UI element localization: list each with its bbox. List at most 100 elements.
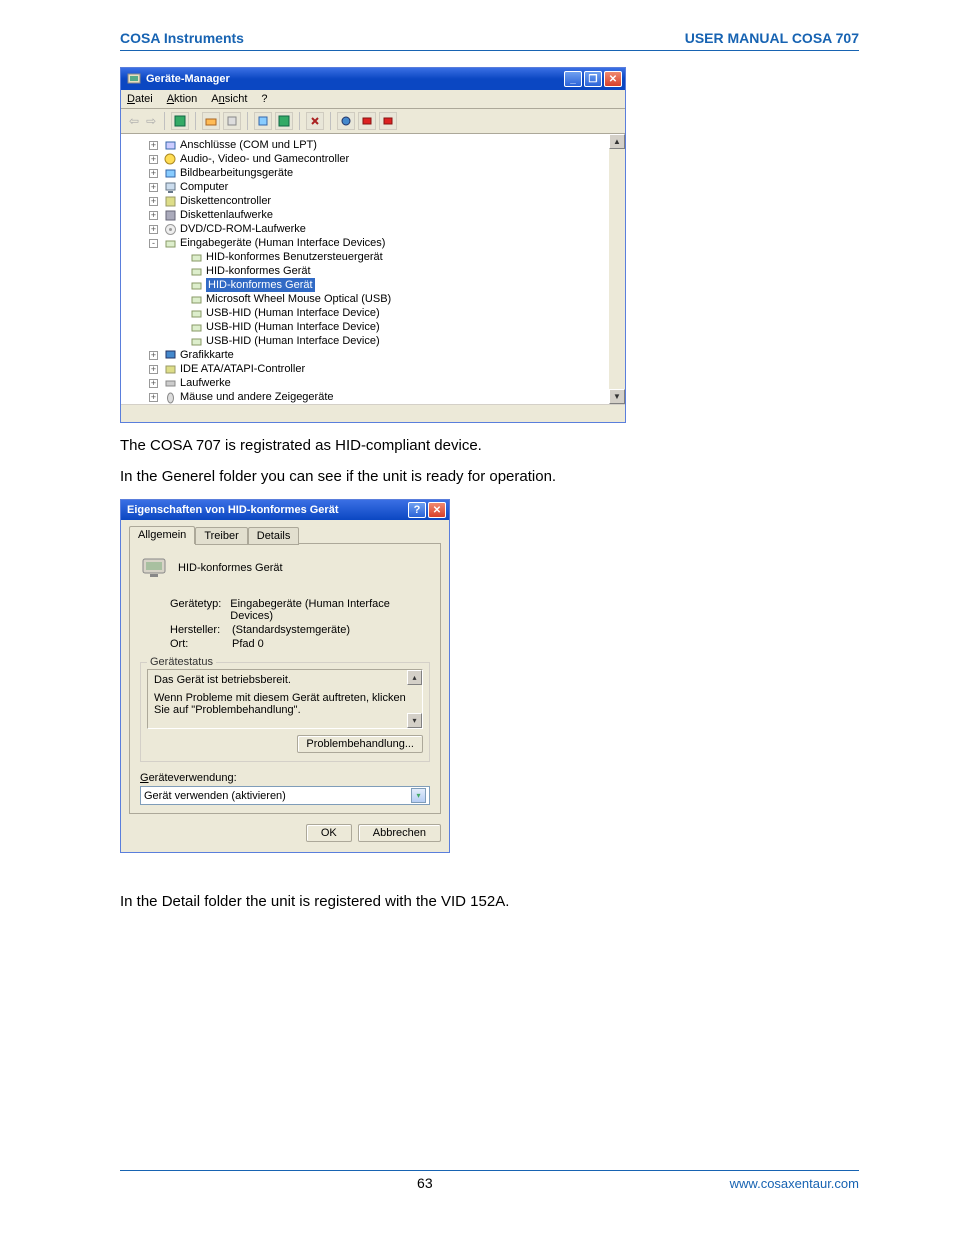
expand-icon[interactable]: + [149,351,158,360]
menu-item[interactable]: ? [261,93,267,105]
tree-item[interactable]: +Mäuse und andere Zeigegeräte [149,390,625,404]
expand-icon[interactable]: + [149,141,158,150]
toolbar-icon[interactable] [306,112,324,130]
device-name: HID-konformes Gerät [178,562,283,574]
minimize-button[interactable]: _ [564,71,582,87]
tree-item[interactable]: +DVD/CD-ROM-Laufwerke [149,222,625,236]
computer-icon [164,181,177,194]
toolbar-icon[interactable] [202,112,220,130]
status-textarea: Das Gerät ist betriebsbereit. Wenn Probl… [147,669,423,729]
device-tree[interactable]: + Anschlüsse (COM und LPT)+Audio-, Video-… [121,134,625,404]
tree-item[interactable]: +Audio-, Video- und Gamecontroller [149,152,625,166]
tree-item[interactable]: HID-konformes Gerät [175,264,625,278]
expand-icon[interactable]: + [149,197,158,206]
usage-combobox[interactable]: Gerät verwenden (aktivieren) ▾ [140,786,430,805]
tree-item-label: HID-konformes Benutzersteuergerät [206,250,383,264]
expand-icon[interactable]: + [149,365,158,374]
app-icon [127,72,141,86]
toolbar-icon[interactable] [171,112,189,130]
floppy2-icon [164,209,177,222]
properties-dialog: Eigenschaften von HID-konformes Gerät ? … [120,499,450,853]
expand-icon[interactable]: + [149,393,158,402]
tree-item-label: USB-HID (Human Interface Device) [206,306,380,320]
hid-icon [190,279,203,292]
troubleshoot-button[interactable]: Problembehandlung... [297,735,423,753]
forward-icon[interactable]: ⇨ [144,114,158,128]
tree-item-label: Anschlüsse (COM und LPT) [180,138,317,152]
expand-icon [175,337,184,346]
tree-item[interactable]: +Grafikkarte [149,348,625,362]
help-button[interactable]: ? [408,502,426,518]
tree-item[interactable]: -Eingabegeräte (Human Interface Devices) [149,236,625,250]
expand-icon[interactable]: + [149,155,158,164]
toolbar-icon[interactable] [254,112,272,130]
scroll-up-icon[interactable]: ▲ [609,134,625,149]
hid-icon [164,237,177,250]
tree-item[interactable]: HID-konformes Gerät [175,278,625,292]
toolbar-icon[interactable] [379,112,397,130]
expand-icon[interactable]: - [149,239,158,248]
menubar: Datei Aktion Ansicht ? [121,90,625,109]
tree-item[interactable]: HID-konformes Benutzersteuergerät [175,250,625,264]
menu-item[interactable]: Ansicht [211,93,247,105]
expand-icon[interactable]: + [149,169,158,178]
tree-item-label: Bildbearbeitungsgeräte [180,166,293,180]
info-value: Eingabegeräte (Human Interface Devices) [230,598,430,622]
tree-item-label: USB-HID (Human Interface Device) [206,320,380,334]
expand-icon[interactable]: + [149,211,158,220]
footer-url: www.cosaxentaur.com [730,1176,859,1191]
tab-general[interactable]: Allgemein [129,526,195,544]
expand-icon[interactable]: + [149,183,158,192]
expand-icon [175,267,184,276]
tree-item[interactable]: +Diskettencontroller [149,194,625,208]
tree-item[interactable]: Microsoft Wheel Mouse Optical (USB) [175,292,625,306]
body-text: In the Generel folder you can see if the… [120,468,859,485]
tree-item[interactable]: + Anschlüsse (COM und LPT) [149,138,625,152]
tree-item-label: Computer [180,180,228,194]
info-label: Ort: [170,638,232,650]
expand-icon[interactable]: + [149,225,158,234]
tree-item[interactable]: + IDE ATA/ATAPI-Controller [149,362,625,376]
expand-icon[interactable]: + [149,379,158,388]
expand-icon [175,253,184,262]
window-title: Geräte-Manager [146,73,564,85]
hid-icon [190,265,203,278]
tree-item[interactable]: + Computer [149,180,625,194]
header-left: COSA Instruments [120,30,244,46]
tree-item[interactable]: USB-HID (Human Interface Device) [175,306,625,320]
maximize-button[interactable]: ❐ [584,71,602,87]
menu-item[interactable]: Aktion [167,93,198,105]
port-icon [164,139,177,152]
tree-item[interactable]: USB-HID (Human Interface Device) [175,334,625,348]
cancel-button[interactable]: Abbrechen [358,824,441,842]
scroll-down-icon[interactable]: ▾ [407,713,422,728]
scroll-up-icon[interactable]: ▴ [407,670,422,685]
toolbar-icon[interactable] [223,112,241,130]
menu-item[interactable]: Datei [127,93,153,105]
back-icon[interactable]: ⇦ [127,114,141,128]
toolbar-icon[interactable] [275,112,293,130]
scrollbar[interactable]: ▲ ▼ [609,134,625,404]
ide-icon [164,363,177,376]
tree-item[interactable]: +Diskettenlaufwerke [149,208,625,222]
toolbar: ⇦ ⇨ [121,109,625,134]
scroll-down-icon[interactable]: ▼ [609,389,625,404]
tree-item[interactable]: +Laufwerke [149,376,625,390]
ok-button[interactable]: OK [306,824,352,842]
info-label: Gerätetyp: [170,598,230,622]
mouse-icon [164,391,177,404]
tree-item-label: IDE ATA/ATAPI-Controller [180,362,305,376]
dialog-titlebar[interactable]: Eigenschaften von HID-konformes Gerät ? … [121,500,449,520]
toolbar-icon[interactable] [358,112,376,130]
body-text: The COSA 707 is registrated as HID-compl… [120,437,859,454]
tree-item[interactable]: USB-HID (Human Interface Device) [175,320,625,334]
tab-details[interactable]: Details [248,527,300,545]
tab-driver[interactable]: Treiber [195,527,247,545]
dropdown-icon[interactable]: ▾ [411,788,426,803]
tree-item[interactable]: + Bildbearbeitungsgeräte [149,166,625,180]
toolbar-icon[interactable] [337,112,355,130]
close-button[interactable]: ✕ [428,502,446,518]
close-button[interactable]: ✕ [604,71,622,87]
titlebar[interactable]: Geräte-Manager _ ❐ ✕ [121,68,625,90]
tree-item-label: HID-konformes Gerät [206,264,311,278]
